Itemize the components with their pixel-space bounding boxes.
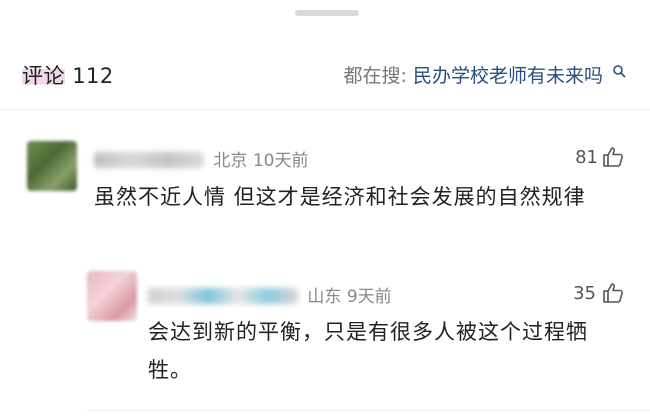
comment-location: 山东 [307,287,342,307]
bottom-divider [87,410,650,411]
header-divider [0,109,650,110]
avatar[interactable] [27,141,77,191]
comment-text[interactable]: 虽然不近人情 但这才是经济和社会发展的自然规律 [94,178,624,216]
drag-handle[interactable] [295,10,359,16]
like-count: 81 [575,147,598,168]
thumbs-up-icon[interactable] [601,281,625,305]
comments-count: 112 [72,64,114,88]
comments-panel: 评论 112 都在搜: 民办学校老师有未来吗 北京 10天前 81 虽然不近人情… [0,0,650,416]
comments-header: 评论 112 都在搜: 民办学校老师有未来吗 [0,48,650,100]
hot-search-term[interactable]: 民办学校老师有未来吗 [413,65,603,87]
avatar[interactable] [87,271,137,321]
comments-title-label: 评论 [22,64,65,88]
hot-search-prefix: 都在搜: [343,65,407,87]
hot-search-link[interactable]: 都在搜: 民办学校老师有未来吗 [343,61,626,88]
comment-meta: 北京 10天前 [94,146,308,171]
comments-title: 评论 112 [22,60,114,90]
thumbs-up-icon[interactable] [601,145,625,169]
comment-meta: 山东 9天前 [148,282,392,307]
like-count: 35 [573,283,596,304]
comment-text[interactable]: 会达到新的平衡，只是有很多人被这个过程牺牲。 [148,313,628,389]
comment-time: 9天前 [346,287,392,307]
search-icon[interactable] [612,64,626,78]
comment-time: 10天前 [252,151,309,171]
comment-location: 北京 [213,151,248,171]
username-blurred[interactable] [148,288,298,304]
username-blurred[interactable] [94,152,204,168]
